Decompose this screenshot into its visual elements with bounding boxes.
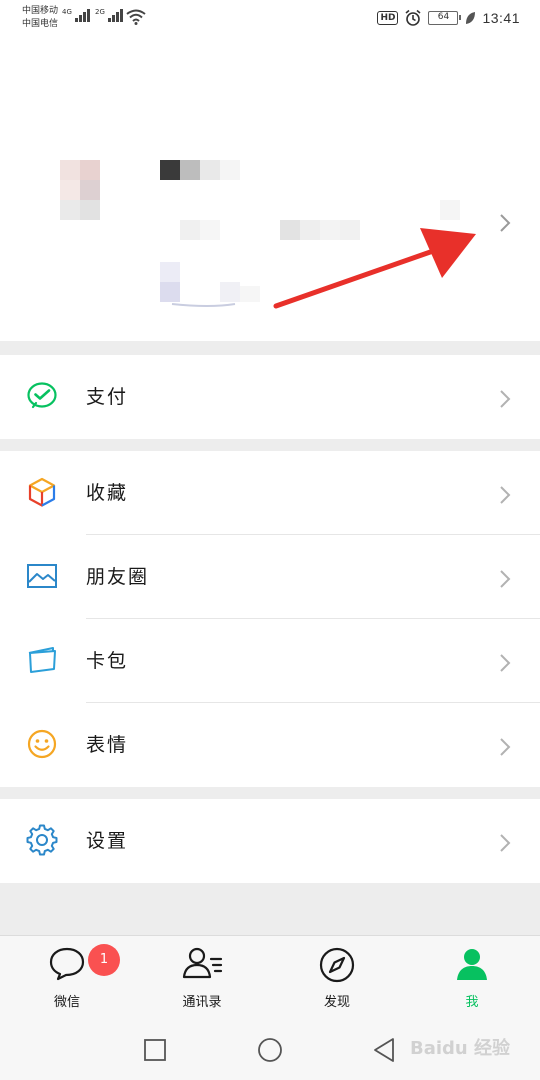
alarm-icon xyxy=(405,9,421,26)
annotation-arrow xyxy=(273,228,476,309)
menu-section-settings: 设置 xyxy=(0,799,540,883)
watermark: Baidu 经验 xyxy=(409,1038,510,1059)
menu-item-stickers[interactable]: 表情 xyxy=(0,703,540,787)
card-wallet-icon xyxy=(28,647,56,673)
menu-section-pay: 支付 xyxy=(0,355,540,439)
pay-icon xyxy=(27,382,57,409)
leaf-icon xyxy=(466,12,476,24)
carrier-labels: 中国移动 中国电信 xyxy=(22,5,58,31)
menu-item-pay[interactable]: 支付 xyxy=(0,355,540,439)
compass-icon xyxy=(319,947,355,983)
gear-icon xyxy=(26,824,58,856)
menu-label-favorites: 收藏 xyxy=(86,482,129,504)
nickname-obscured xyxy=(160,160,240,180)
menu-label-moments: 朋友圈 xyxy=(86,566,150,588)
chat-bubble-icon xyxy=(49,947,85,981)
chevron-right-icon xyxy=(500,486,511,504)
avatar[interactable] xyxy=(60,160,100,220)
menu-label-settings: 设置 xyxy=(86,830,129,852)
qr-code-obscured[interactable] xyxy=(440,200,460,220)
profile-header[interactable] xyxy=(0,36,540,341)
tab-discover[interactable]: 发现 xyxy=(287,936,387,1021)
menu-label-cards: 卡包 xyxy=(86,650,129,672)
chevron-right-icon xyxy=(500,834,511,852)
tab-contacts[interactable]: 通讯录 xyxy=(152,936,252,1021)
recents-square-icon[interactable] xyxy=(143,1038,167,1062)
chevron-right-icon xyxy=(500,390,511,408)
signal-icon: 4G xyxy=(62,8,90,22)
menu-item-settings[interactable]: 设置 xyxy=(0,799,540,883)
menu-item-cards[interactable]: 卡包 xyxy=(0,619,540,703)
tab-label-chats: 微信 xyxy=(53,995,80,1010)
wifi-icon xyxy=(126,9,146,25)
unread-badge: 1 xyxy=(88,944,120,976)
profile-person-icon xyxy=(457,949,487,980)
smiley-icon xyxy=(27,729,57,759)
tab-chats[interactable]: 1 微信 xyxy=(17,936,120,1021)
wechat-id-obscured xyxy=(180,220,220,240)
tab-me[interactable]: 我 xyxy=(422,936,522,1021)
menu-label-stickers: 表情 xyxy=(86,734,129,756)
status-obscured xyxy=(160,262,260,307)
cube-icon xyxy=(28,477,56,507)
photo-icon xyxy=(27,564,57,588)
menu-label-pay: 支付 xyxy=(86,386,129,408)
contacts-icon xyxy=(182,947,223,979)
menu-item-favorites[interactable]: 收藏 xyxy=(0,451,540,535)
menu-item-moments[interactable]: 朋友圈 xyxy=(0,535,540,619)
tab-label-discover: 发现 xyxy=(323,995,350,1010)
home-circle-icon[interactable] xyxy=(257,1037,283,1063)
carrier-1: 中国移动 xyxy=(22,6,59,16)
clock: 13:41 xyxy=(482,10,520,26)
tab-label-contacts: 通讯录 xyxy=(182,995,222,1010)
bottom-tab-bar: 1 微信 通讯录 发现 我 xyxy=(0,935,540,1020)
status-bar: 中国移动 中国电信 4G 2G HD 64 13:41 xyxy=(0,0,540,36)
tab-label-me: 我 xyxy=(465,995,479,1010)
chevron-right-icon xyxy=(500,214,511,232)
battery-icon: 64 xyxy=(428,11,462,25)
chevron-right-icon xyxy=(500,738,511,756)
menu-section-main: 收藏 朋友圈 卡包 表情 xyxy=(0,451,540,787)
hd-icon: HD xyxy=(377,11,399,25)
status-right: HD 64 13:41 xyxy=(377,9,520,27)
carrier-2: 中国电信 xyxy=(22,19,59,29)
back-triangle-icon[interactable] xyxy=(372,1037,396,1063)
chevron-right-icon xyxy=(500,570,511,588)
chevron-right-icon xyxy=(500,654,511,672)
system-nav-bar: Baidu 经验 xyxy=(0,1020,540,1080)
signal-icon-2: 2G xyxy=(95,8,123,22)
